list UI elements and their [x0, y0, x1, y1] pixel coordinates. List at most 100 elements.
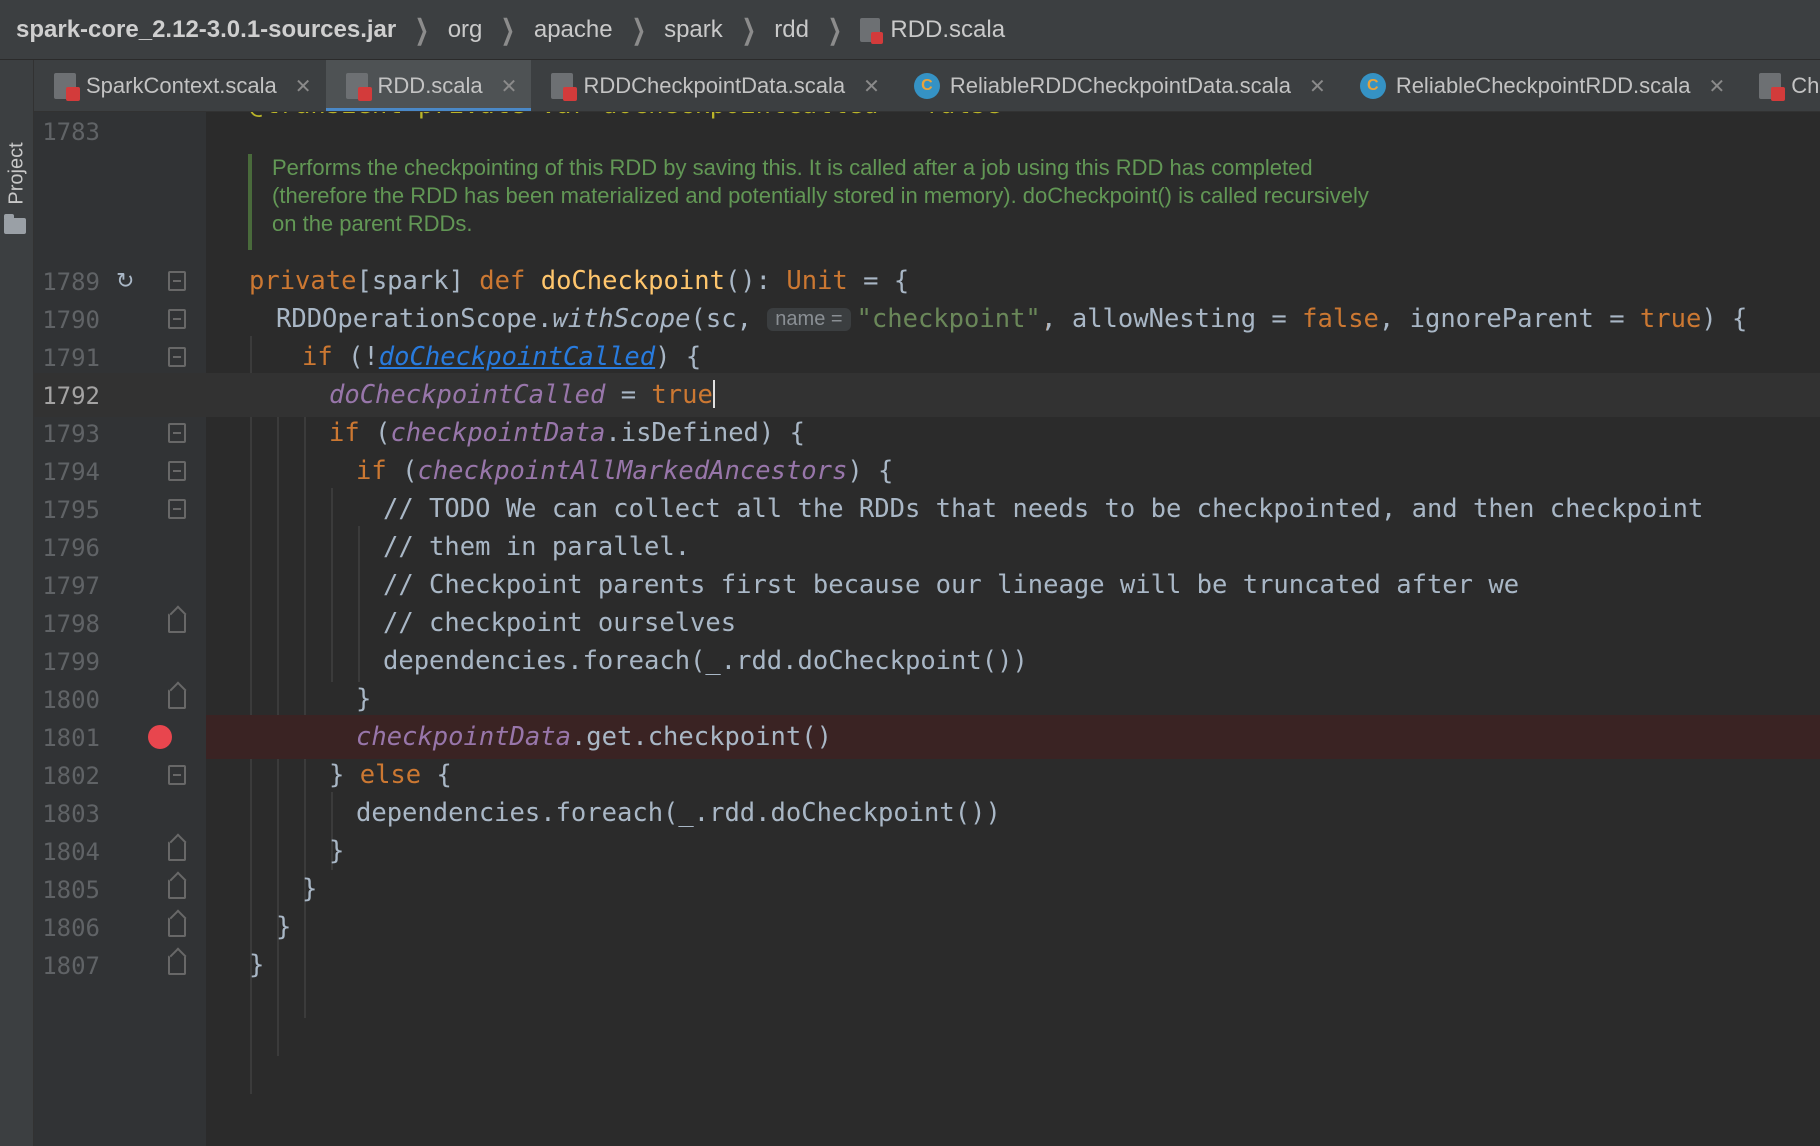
type-name: Unit [786, 266, 848, 296]
scala-file-icon [551, 73, 578, 101]
fold-end-icon[interactable] [168, 917, 186, 937]
fold-icon[interactable] [168, 271, 186, 291]
field-link[interactable]: doCheckpointCalled [379, 342, 655, 372]
fold-icon[interactable] [168, 499, 186, 519]
fold-end-icon[interactable] [168, 613, 186, 633]
line-number: 1804 [42, 838, 100, 866]
code-line-1783: 1783 [34, 112, 1820, 153]
close-icon[interactable]: ✕ [1709, 74, 1726, 99]
line-number: 1795 [42, 496, 100, 524]
keyword: def [479, 266, 526, 296]
code-text: } [302, 874, 318, 904]
breakpoint-icon[interactable] [148, 725, 172, 749]
close-icon[interactable]: ✕ [295, 74, 312, 99]
tab-reliablerddcheckpointdata[interactable]: ReliableRDDCheckpointData.scala ✕ [894, 60, 1340, 111]
keyword: false [1302, 304, 1379, 334]
keyword: private [249, 266, 357, 296]
parameter-hint: name = [767, 308, 851, 331]
method-name: withScope [552, 304, 691, 334]
line-number: 1799 [42, 648, 100, 676]
breadcrumb-rdd[interactable]: rdd [774, 16, 809, 44]
line-number: 1807 [42, 952, 100, 980]
chevron-right-icon: ❯ [501, 14, 516, 45]
breadcrumb-apache[interactable]: apache [534, 16, 613, 44]
fold-icon[interactable] [168, 765, 186, 785]
breadcrumb-org[interactable]: org [448, 16, 483, 44]
code-text: .get.checkpoint() [570, 722, 832, 752]
line-number: 1794 [42, 458, 100, 486]
code-editor[interactable]: @transient private var doCheckpointCalle… [34, 112, 1820, 1146]
close-icon[interactable]: ✕ [501, 74, 518, 99]
breadcrumb-file[interactable]: RDD.scala [890, 16, 1005, 44]
code-text: } [329, 760, 360, 790]
code-text: RDDOperationScope. [276, 304, 553, 334]
keyword: true [651, 380, 713, 410]
close-icon[interactable]: ✕ [1309, 74, 1326, 99]
overrides-icon[interactable]: ↻ [116, 269, 140, 294]
line-number: 1790 [42, 306, 100, 334]
fold-end-icon[interactable] [168, 879, 186, 899]
line-number: 1789 [42, 268, 100, 296]
field-name: checkpointAllMarkedAncestors [417, 456, 848, 486]
fold-end-icon[interactable] [168, 841, 186, 861]
code-text: , allowNesting = [1041, 304, 1303, 334]
code-text: ( [386, 456, 418, 486]
code-text: dependencies.foreach(_.rdd.doCheckpoint(… [356, 798, 1001, 828]
tab-rddcheckpointdata[interactable]: RDDCheckpointData.scala ✕ [531, 60, 893, 111]
tab-label: Checkpo [1791, 73, 1820, 98]
line-number: 1783 [42, 118, 100, 146]
bookmarks-tool-button[interactable]: ks [0, 1116, 30, 1146]
line-number: 1791 [42, 344, 100, 372]
code-text: } [356, 684, 372, 714]
field-name: checkpointData [390, 418, 606, 448]
breadcrumb: spark-core_2.12-3.0.1-sources.jar ❯ org … [0, 0, 1820, 60]
chevron-right-icon: ❯ [631, 14, 646, 45]
string-literal: "checkpoint" [856, 304, 1041, 334]
close-icon[interactable]: ✕ [863, 74, 880, 99]
code-line-1807: 1807 } [34, 943, 1820, 987]
left-tool-strip: Project ks [0, 60, 34, 1146]
project-label: Project [5, 141, 28, 205]
code-text: dependencies.foreach(_.rdd.doCheckpoint(… [383, 646, 1028, 676]
code-text: { [421, 760, 452, 790]
scala-class-icon [1359, 73, 1386, 99]
keyword: if [302, 342, 333, 372]
scala-file-icon [860, 17, 884, 44]
fold-icon[interactable] [168, 423, 186, 443]
code-text: = { [847, 266, 910, 296]
line-number: 1805 [42, 876, 100, 904]
folder-icon[interactable] [4, 214, 26, 234]
editor-tab-bar: SparkContext.scala ✕ RDD.scala ✕ RDDChec… [34, 60, 1820, 112]
line-number: 1806 [42, 914, 100, 942]
line-number: 1798 [42, 610, 100, 638]
tab-sparkcontext[interactable]: SparkContext.scala ✕ [34, 60, 326, 111]
project-tool-button[interactable]: Project [2, 138, 32, 208]
line-comment: // TODO We can collect all the RDDs that… [383, 494, 1704, 524]
code-text: } [276, 912, 292, 942]
breadcrumb-spark[interactable]: spark [664, 16, 723, 44]
line-number: 1797 [42, 572, 100, 600]
fold-end-icon[interactable] [168, 689, 186, 709]
code-text: = [605, 380, 652, 410]
code-text: ) { [847, 456, 894, 486]
chevron-right-icon: ❯ [414, 14, 430, 45]
line-number: 1803 [42, 800, 100, 828]
line-number: 1793 [42, 420, 100, 448]
line-number: 1802 [42, 762, 100, 790]
tab-rdd[interactable]: RDD.scala ✕ [325, 60, 532, 111]
tab-reliablecheckpointrdd[interactable]: ReliableCheckpointRDD.scala ✕ [1340, 60, 1739, 111]
breadcrumb-jar[interactable]: spark-core_2.12-3.0.1-sources.jar [16, 16, 396, 44]
field-name: checkpointData [356, 722, 571, 752]
tab-checkpoint-truncated[interactable]: Checkpo [1739, 60, 1820, 111]
keyword: if [329, 418, 360, 448]
tab-label: SparkContext.scala [86, 73, 277, 98]
doc-line: on the parent RDDs. [272, 211, 473, 236]
keyword: else [359, 760, 422, 790]
code-text: ( [359, 418, 391, 448]
fold-icon[interactable] [168, 347, 186, 367]
scala-file-icon [54, 73, 80, 101]
rendered-doc-comment[interactable]: Performs the checkpointing of this RDD b… [248, 154, 1548, 250]
fold-end-icon[interactable] [168, 955, 186, 975]
fold-icon[interactable] [168, 309, 186, 329]
fold-icon[interactable] [168, 461, 186, 481]
